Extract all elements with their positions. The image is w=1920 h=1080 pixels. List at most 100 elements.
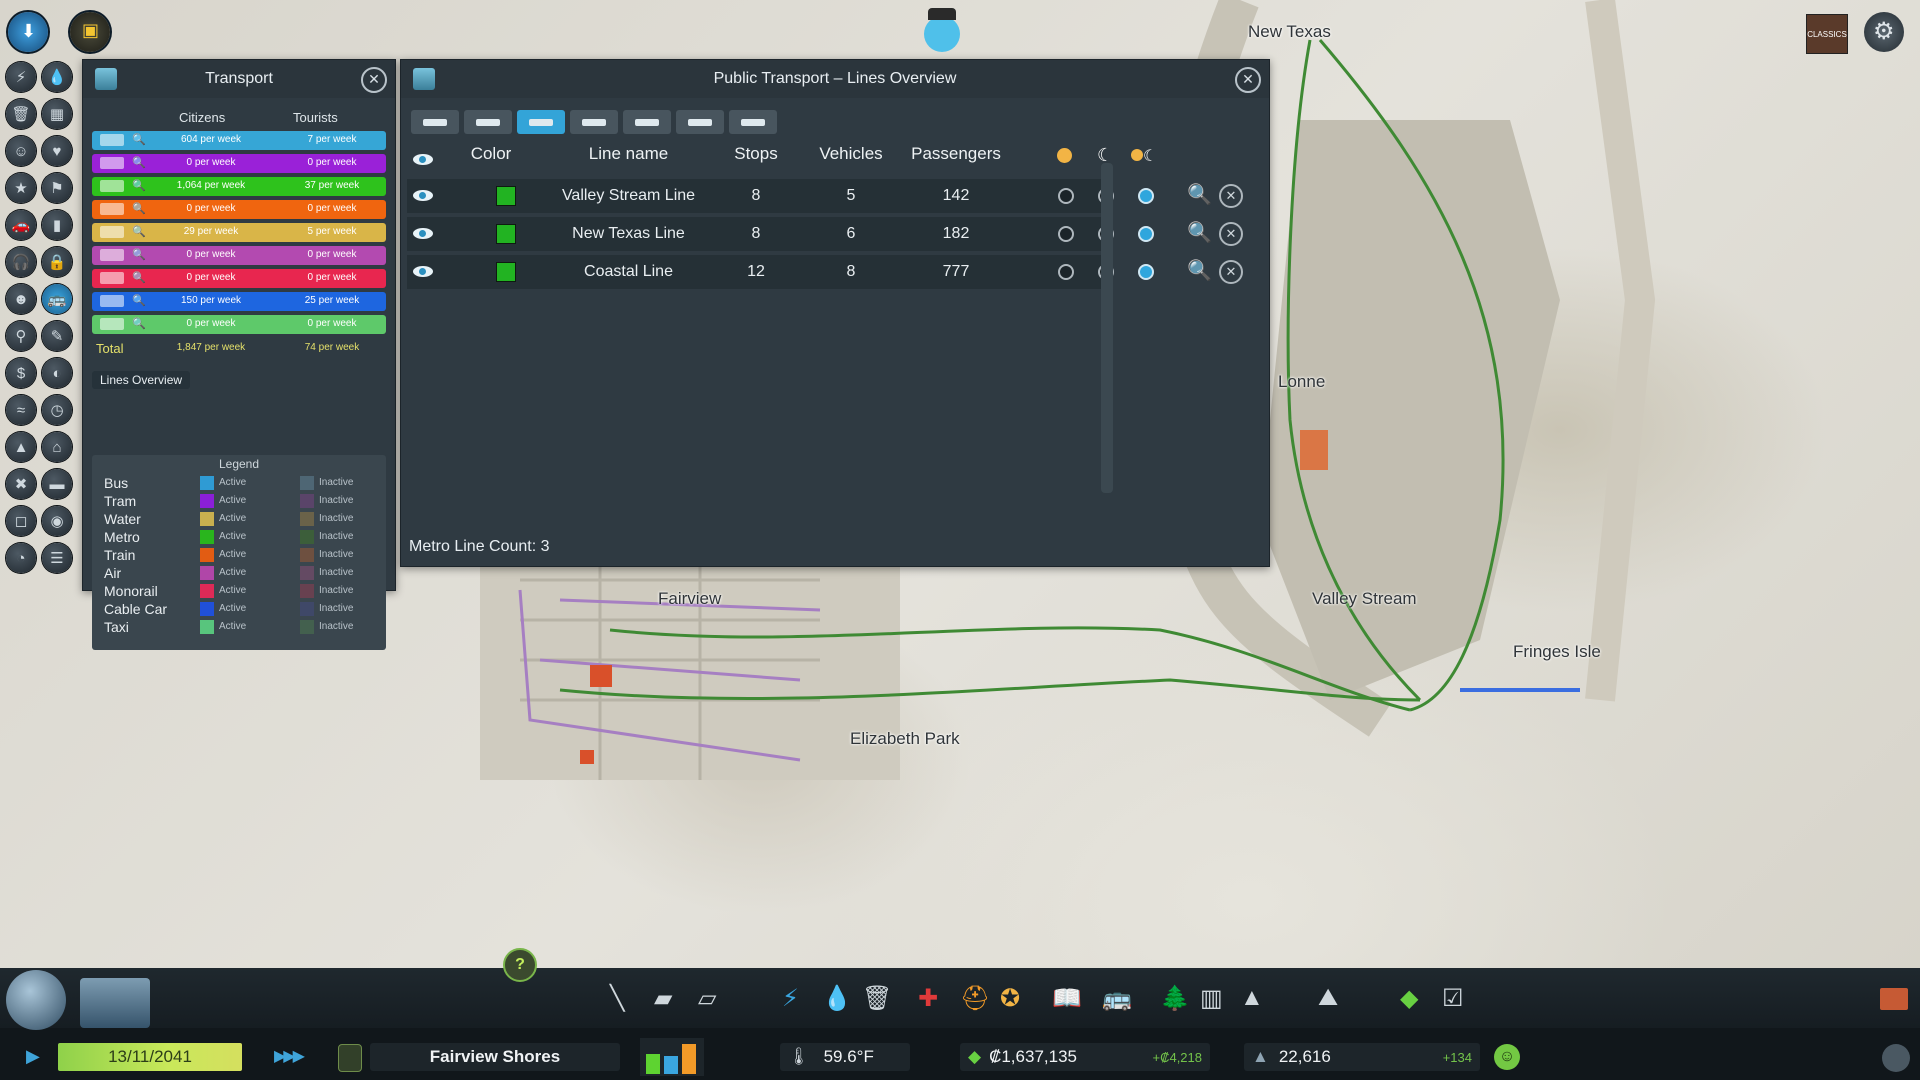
day-only-radio[interactable] [1058, 264, 1074, 280]
transport-row-cable-car[interactable]: 🔍 150 per week 25 per week [92, 292, 386, 311]
transport-panel-header[interactable]: Transport ✕ [83, 60, 395, 98]
line-name[interactable]: New Texas Line [541, 225, 716, 243]
visibility-eye-icon[interactable] [413, 266, 433, 277]
landscaping-icon[interactable]: ⛰ [1318, 984, 1338, 1012]
day-and-night-radio[interactable] [1138, 188, 1154, 204]
parks-icon[interactable]: 🌲 [1160, 984, 1190, 1013]
fire-info-icon[interactable]: ⚑ [42, 173, 72, 203]
monuments-icon[interactable]: ▲ [1240, 984, 1264, 1012]
heating-info-icon[interactable]: ⌂ [42, 432, 72, 462]
map-label-lonne[interactable]: Lonne [1278, 372, 1325, 392]
transport-row-metro[interactable]: 🔍 1,064 per week 37 per week [92, 177, 386, 196]
tab-tram[interactable] [464, 110, 512, 134]
map-label-fairview[interactable]: Fairview [658, 589, 721, 609]
map-label-valley-stream[interactable]: Valley Stream [1312, 589, 1417, 609]
magnifier-icon[interactable]: 🔍 [132, 271, 146, 284]
map-label-elizabeth-park[interactable]: Elizabeth Park [850, 729, 960, 749]
day-and-night-radio[interactable] [1138, 226, 1154, 242]
electricity-icon[interactable]: ⚡ [782, 984, 799, 1013]
magnifier-icon[interactable]: 🔍 [132, 133, 146, 146]
magnifier-icon[interactable]: 🔍 [132, 202, 146, 215]
lines-overview-header[interactable]: Public Transport – Lines Overview ✕ [401, 60, 1269, 98]
radio-classics-icon[interactable]: CLASSICS [1806, 14, 1848, 54]
pollution-info-icon[interactable]: ▮ [42, 210, 72, 240]
day-only-radio[interactable] [1058, 226, 1074, 242]
maintenance-info-icon[interactable]: ◷ [42, 395, 72, 425]
milestone-icon[interactable] [80, 978, 150, 1028]
magnifier-icon[interactable]: 🔍 [132, 248, 146, 261]
temperature-display[interactable]: 🌡 59.6°F [780, 1043, 910, 1071]
line-color-swatch[interactable] [496, 224, 516, 244]
public-transport-info-icon[interactable]: 🚌 [42, 284, 72, 314]
tours-info-icon[interactable]: ◔ [6, 543, 36, 573]
speed-button[interactable]: ▶▶▶ [274, 1046, 305, 1066]
magnifier-icon[interactable]: 🔍 [132, 156, 146, 169]
line-name[interactable]: Coastal Line [541, 263, 716, 281]
transport-row-taxi[interactable]: 🔍 0 per week 0 per week [92, 315, 386, 334]
line-row[interactable]: New Texas Line 8 6 182 🔍 ✕ [407, 217, 1243, 251]
play-button[interactable]: ▶ [26, 1046, 40, 1067]
lines-scrollbar[interactable] [1101, 163, 1113, 493]
toggle-all-visibility-eye-icon[interactable] [413, 154, 433, 165]
population-display[interactable]: ▲ 22,616 +134 [1244, 1043, 1480, 1071]
vehicles-header[interactable]: Vehicles [811, 144, 891, 164]
education-info-icon[interactable]: ✎ [42, 321, 72, 351]
line-name[interactable]: Valley Stream Line [541, 187, 716, 205]
electricity-info-icon[interactable]: ⚡ [6, 62, 36, 92]
transport-row-tram[interactable]: 🔍 0 per week 0 per week [92, 154, 386, 173]
transport-row-ship[interactable]: 🔍 29 per week 5 per week [92, 223, 386, 242]
tab-plane[interactable] [676, 110, 724, 134]
garbage-icon[interactable]: 🗑 [862, 984, 892, 1013]
search-icon[interactable]: 🔍 [1187, 220, 1212, 245]
pause-icon[interactable] [338, 1044, 362, 1072]
road-condition-info-icon[interactable]: ▬ [42, 469, 72, 499]
escape-routes-info-icon[interactable]: ◉ [42, 506, 72, 536]
stops-header[interactable]: Stops [721, 144, 791, 164]
magnifier-icon[interactable]: 🔍 [132, 294, 146, 307]
terrain-info-icon[interactable]: ▲ [6, 432, 36, 462]
happiness-icon[interactable]: ☺ [1494, 1044, 1520, 1070]
line-row[interactable]: Valley Stream Line 8 5 142 🔍 ✕ [407, 179, 1243, 213]
traffic-info-icon[interactable]: 🚗 [6, 210, 36, 240]
search-icon[interactable]: 🔍 [1187, 182, 1212, 207]
line-color-swatch[interactable] [496, 186, 516, 206]
delete-line-icon[interactable]: ✕ [1219, 184, 1243, 208]
lines-overview-button[interactable]: Lines Overview [92, 371, 191, 389]
tab-metro[interactable] [517, 110, 565, 134]
magnifier-icon[interactable]: 🔍 [132, 179, 146, 192]
population-info-icon[interactable]: ⚲ [6, 321, 36, 351]
tab-monorail[interactable] [729, 110, 777, 134]
zoning-icon[interactable]: ▰ [654, 984, 672, 1013]
city-name-field[interactable]: Fairview Shores [370, 1043, 620, 1071]
health-info-icon[interactable]: ♥ [42, 136, 72, 166]
city-globe-icon[interactable] [6, 970, 66, 1030]
unlock-button[interactable]: ⬇ [8, 12, 48, 52]
police-info-icon[interactable]: 🔒 [42, 247, 72, 277]
delete-line-icon[interactable]: ✕ [1219, 222, 1243, 246]
visibility-eye-icon[interactable] [413, 190, 433, 201]
unique-buildings-icon[interactable]: ▥ [1200, 984, 1223, 1013]
resources-info-icon[interactable]: ◐ [42, 358, 72, 388]
garbage-info-icon[interactable]: 🗑 [6, 99, 36, 129]
help-button[interactable]: ? [503, 948, 537, 982]
healthcare-icon[interactable]: ✚ [918, 984, 938, 1013]
roads-icon[interactable]: ╲ [610, 984, 624, 1013]
water-icon[interactable]: 💧 [822, 984, 852, 1013]
attractiveness-info-icon[interactable]: ★ [6, 173, 36, 203]
wind-info-icon[interactable]: ≈ [6, 395, 36, 425]
fire-icon[interactable]: ⛑ [960, 984, 990, 1013]
day-only-radio[interactable] [1058, 188, 1074, 204]
transport-row-bus[interactable]: 🔍 604 per week 7 per week [92, 131, 386, 150]
snow-info-icon[interactable]: ◻ [6, 506, 36, 536]
search-icon[interactable]: 🔍 [1187, 258, 1212, 283]
close-icon[interactable]: ✕ [361, 67, 387, 93]
money-icon[interactable]: ◆ [1400, 984, 1418, 1013]
passengers-header[interactable]: Passengers [901, 144, 1011, 164]
magnifier-icon[interactable]: 🔍 [132, 317, 146, 330]
line-name-header[interactable]: Line name [541, 144, 716, 164]
water-info-icon[interactable]: 💧 [42, 62, 72, 92]
line-color-swatch[interactable] [496, 262, 516, 282]
crime-info-icon[interactable]: ☻ [6, 284, 36, 314]
settings-button[interactable]: ⚙ [1864, 12, 1904, 52]
line-row[interactable]: Coastal Line 12 8 777 🔍 ✕ [407, 255, 1243, 289]
